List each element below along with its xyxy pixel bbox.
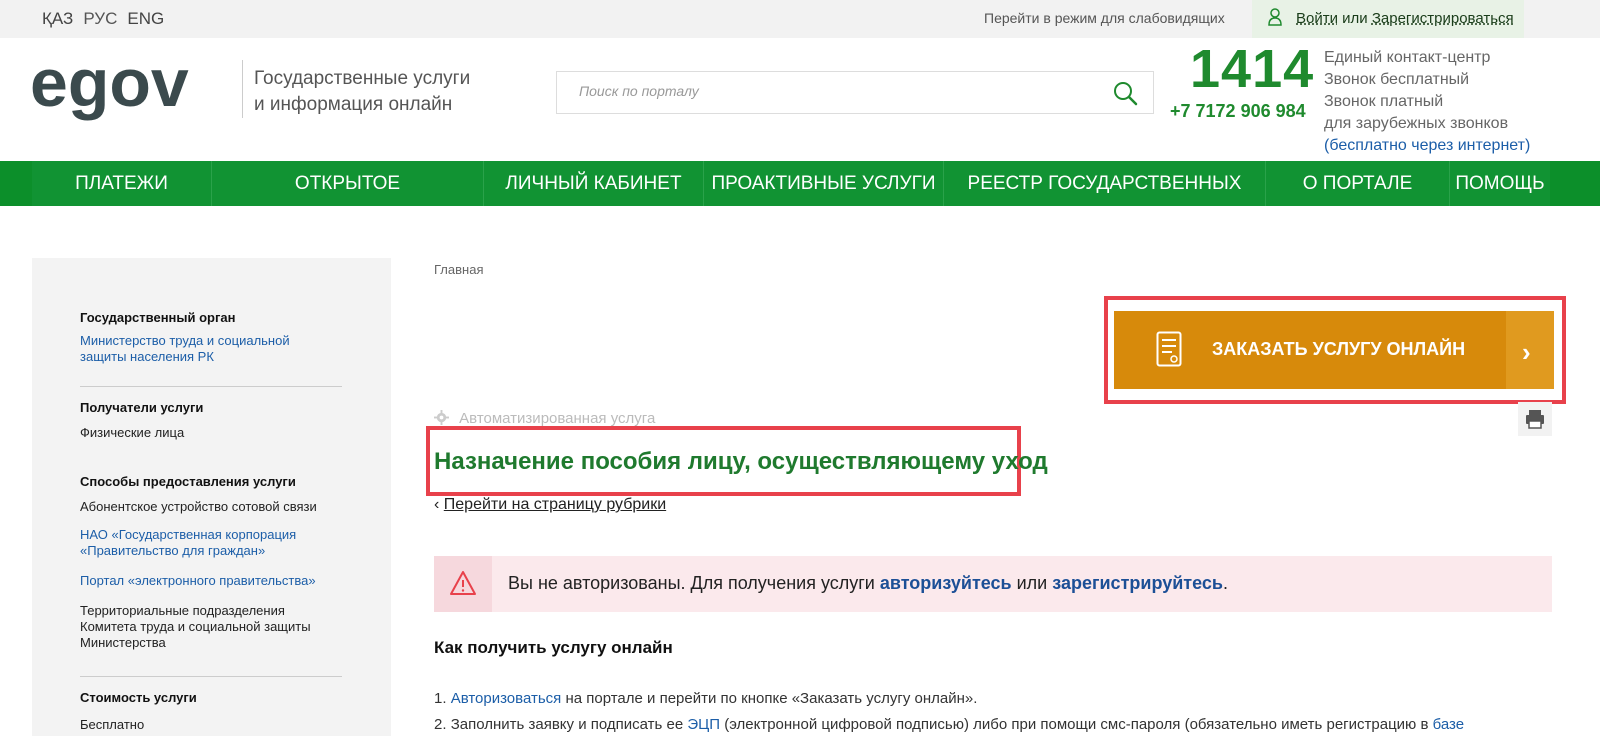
login-register-text: Войти или Зарегистрироваться: [1296, 10, 1514, 27]
lang-kaz[interactable]: ҚАЗ: [42, 9, 73, 29]
site-tagline: Государственные услуги и информация онла…: [254, 66, 470, 118]
breadcrumb-home[interactable]: Главная: [434, 262, 483, 277]
phone-short-number[interactable]: 1414: [1190, 38, 1314, 100]
alert-or: или: [1016, 573, 1048, 593]
nav-item-services-registry[interactable]: РЕЕСТР ГОСУДАРСТВЕННЫХ УСЛУГ: [944, 161, 1266, 239]
sidebar-method-territorial-line1: Территориальные подразделения: [80, 603, 285, 618]
sidebar-method-gov-corp-line1: НАО «Государственная корпорация: [80, 527, 297, 542]
sidebar-divider: [80, 676, 342, 677]
back-to-rubric: ‹ Перейти на страницу рубрики: [434, 496, 666, 514]
nav-item-payments[interactable]: ПЛАТЕЖИ: [32, 161, 212, 206]
sidebar-method-egov-portal[interactable]: Портал «электронного правительства»: [80, 573, 340, 589]
step-2-eds-link[interactable]: ЭЦП: [687, 716, 720, 733]
alert-text: Вы не авторизованы. Для получения услуги…: [508, 573, 1228, 594]
sidebar-method-gov-corp-line2: «Правительство для граждан»: [80, 543, 266, 558]
automated-service-text: Автоматизированная услуга: [459, 410, 656, 427]
search-icon[interactable]: [1111, 79, 1139, 107]
nav-item-proactive-services[interactable]: ПРОАКТИВНЫЕ УСЛУГИ: [704, 161, 944, 206]
step-1-text: на портале и перейти по кнопке «Заказать…: [565, 690, 978, 707]
back-to-rubric-link[interactable]: Перейти на страницу рубрики: [444, 496, 666, 513]
chevron-left-icon: ‹: [434, 496, 444, 513]
sidebar-divider: [80, 386, 342, 387]
sidebar-method-territorial-line3: Министерства: [80, 635, 166, 650]
order-service-online-button[interactable]: ЗАКАЗАТЬ УСЛУГУ ОНЛАЙН ›: [1114, 311, 1554, 389]
logo-divider: [242, 60, 243, 118]
sidebar-gov-body-line1: Министерство труда и социальной: [80, 333, 290, 348]
sidebar-method-territorial-line2: Комитета труда и социальной защиты: [80, 619, 311, 634]
sidebar-methods-title: Способы предоставления услуги: [80, 474, 296, 489]
alert-prefix: Вы не авторизованы. Для получения услуги: [508, 573, 875, 593]
step-2: 2. Заполнить заявку и подписать ее ЭЦП (…: [434, 716, 1464, 733]
step-1-auth-link[interactable]: Авторизоваться: [451, 690, 562, 707]
step-1-number: 1.: [434, 690, 447, 707]
contact-line-4: для зарубежных звонков: [1324, 115, 1509, 132]
lang-rus[interactable]: РУС: [83, 9, 117, 29]
service-info-sidebar: Государственный орган Министерство труда…: [32, 258, 391, 736]
main-nav-inner: ПЛАТЕЖИ ОТКРЫТОЕ ПРАВИТЕЛЬСТВО ЛИЧНЫЙ КА…: [32, 161, 1550, 239]
warning-icon: [450, 571, 476, 595]
sidebar-gov-body-title: Государственный орган: [80, 310, 236, 325]
print-button[interactable]: [1518, 402, 1552, 436]
alert-auth-link[interactable]: авторизуйтесь: [880, 573, 1012, 593]
contact-line-2: Звонок бесплатный: [1324, 71, 1470, 88]
language-switcher: ҚАЗ РУС ENG: [42, 9, 164, 29]
egov-logo[interactable]: egov: [30, 46, 235, 130]
contact-info: Единый контакт-центр Звонок бесплатный З…: [1324, 47, 1530, 157]
nav-item-about[interactable]: О ПОРТАЛЕ: [1266, 161, 1450, 206]
step-2-database-link[interactable]: базе: [1433, 716, 1464, 733]
auth-warning-alert: Вы не авторизованы. Для получения услуги…: [434, 556, 1552, 612]
contact-line-5[interactable]: (бесплатно через интернет): [1324, 135, 1530, 157]
main-nav: ПЛАТЕЖИ ОТКРЫТОЕ ПРАВИТЕЛЬСТВО ЛИЧНЫЙ КА…: [0, 161, 1600, 239]
top-bar: ҚАЗ РУС ENG Перейти в режим для слабовид…: [0, 0, 1600, 38]
alert-icon-box: [434, 556, 492, 612]
automated-service-label: Автоматизированная услуга: [434, 410, 655, 427]
step-2-text: (электронной цифровой подписью) либо при…: [724, 716, 1429, 733]
gear-icon: [434, 410, 449, 425]
document-icon: [1156, 331, 1182, 367]
sidebar-method-mobile: Абонентское устройство сотовой связи: [80, 499, 317, 514]
login-box: Войти или Зарегистрироваться: [1252, 0, 1524, 38]
alert-suffix: .: [1222, 573, 1228, 593]
low-vision-mode-link[interactable]: Перейти в режим для слабовидящих: [984, 10, 1225, 26]
sidebar-methods: Способы предоставления услуги Абонентско…: [80, 474, 340, 651]
nav-item-help[interactable]: ПОМОЩЬ: [1450, 161, 1550, 206]
login-link[interactable]: Войти: [1296, 10, 1338, 27]
order-arrow-box: ›: [1506, 311, 1554, 389]
nav-item-personal-account[interactable]: ЛИЧНЫЙ КАБИНЕТ: [484, 161, 704, 206]
tagline-line1: Государственные услуги: [254, 68, 471, 89]
sidebar-method-territorial: Территориальные подразделения Комитета т…: [80, 603, 340, 651]
order-button-label: ЗАКАЗАТЬ УСЛУГУ ОНЛАЙН: [1212, 339, 1466, 359]
logo-e: egov: [30, 46, 189, 121]
sidebar-recipients-value: Физические лица: [80, 425, 185, 440]
sidebar-gov-body-line2: защиты населения РК: [80, 349, 214, 364]
sidebar-recipients-title: Получатели услуги: [80, 400, 204, 415]
user-icon: [1268, 8, 1282, 26]
sidebar-gov-body: Государственный орган Министерство труда…: [80, 310, 340, 365]
sidebar-cost: Стоимость услуги Бесплатно: [80, 690, 340, 733]
sidebar-cost-title: Стоимость услуги: [80, 690, 197, 705]
sidebar-cost-value: Бесплатно: [80, 717, 145, 732]
sidebar-recipients: Получатели услуги Физические лица: [80, 400, 340, 441]
lang-eng[interactable]: ENG: [127, 9, 164, 29]
step-1: 1. Авторизоваться на портале и перейти п…: [434, 690, 977, 707]
printer-icon: [1526, 410, 1544, 429]
how-to-get-title: Как получить услугу онлайн: [434, 638, 673, 657]
step-2-number: 2.: [434, 716, 447, 733]
sidebar-gov-body-link[interactable]: Министерство труда и социальной защиты н…: [80, 333, 340, 365]
contact-line-3: Звонок платный: [1324, 93, 1444, 110]
search-input[interactable]: [579, 83, 1079, 99]
nav-item-open-government[interactable]: ОТКРЫТОЕ ПРАВИТЕЛЬСТВО: [212, 161, 484, 239]
chevron-right-icon: ›: [1522, 337, 1531, 367]
register-link[interactable]: Зарегистрироваться: [1372, 10, 1514, 27]
search-box: [556, 71, 1154, 114]
phone-long-number[interactable]: +7 7172 906 984: [1170, 101, 1306, 122]
page-title: Назначение пособия лицу, осуществляющему…: [434, 448, 1048, 475]
alert-register-link[interactable]: зарегистрируйтесь: [1052, 573, 1223, 593]
sidebar-method-gov-corp[interactable]: НАО «Государственная корпорация «Правите…: [80, 527, 340, 559]
contact-line-1: Единый контакт-центр: [1324, 49, 1491, 66]
login-or-text: или: [1342, 10, 1368, 27]
step-2-pre: Заполнить заявку и подписать ее: [450, 716, 684, 733]
tagline-line2: и информация онлайн: [254, 94, 453, 115]
